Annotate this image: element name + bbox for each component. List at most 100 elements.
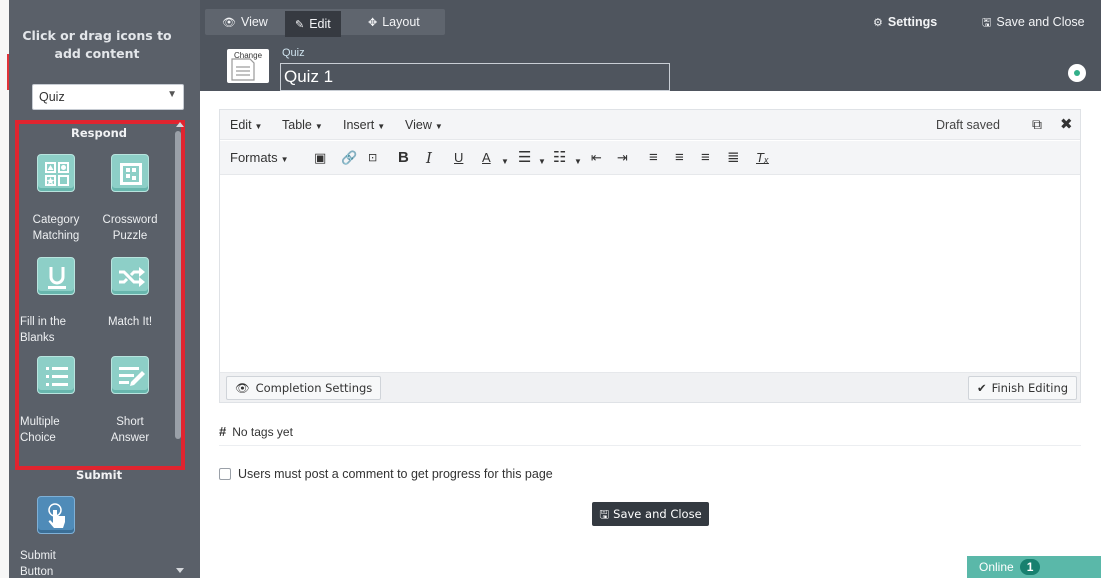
caret-down-icon: ▼ <box>280 155 289 164</box>
align-justify-icon[interactable]: ≣ <box>727 150 740 166</box>
pencil-icon: ✎ <box>295 19 305 31</box>
chevron-down-icon: ▼ <box>167 89 177 100</box>
clear-formatting-icon[interactable]: Tₓ <box>756 150 769 166</box>
underline-format-icon[interactable]: U <box>454 150 463 166</box>
gears-icon: ⚙ <box>873 17 883 29</box>
tile-label-submit-button: Submit Button <box>20 550 56 578</box>
tile-label-fill-blanks: Fill in the Blanks <box>20 316 67 344</box>
editor-statusbar: 👁 Completion Settings ✔ Finish Editing <box>220 372 1080 402</box>
eye-icon: 👁 <box>235 381 250 395</box>
sidebar-heading: Click or drag icons to add content <box>22 28 172 61</box>
outdent-icon[interactable]: ⇤ <box>591 150 602 166</box>
edit-label: Edit <box>309 17 331 31</box>
tile-label-short-answer: Short Answer <box>110 416 150 444</box>
hand-pointer-icon[interactable] <box>37 496 75 534</box>
menu-table[interactable]: Table ▼ <box>282 118 323 132</box>
menu-edit-label: Edit <box>230 118 252 132</box>
image-icon[interactable]: ▣ <box>314 150 326 166</box>
tags-text: No tags yet <box>232 425 293 439</box>
editor-toolbar: Formats ▼ ▣ 🔗 ⊡ B I U A ▼ ☰ ▼ ☷ ▼ ⇤ ⇥ ≡ ≡… <box>220 141 1080 175</box>
document-icon <box>231 58 255 81</box>
content-type-value: Quiz <box>39 90 65 104</box>
sidebar-edge <box>0 0 10 578</box>
page-type-label: Quiz <box>282 47 305 59</box>
settings-button[interactable]: ⚙ Settings <box>863 11 947 33</box>
close-icon[interactable]: ✖ <box>1060 115 1073 133</box>
sidebar-scrollbar[interactable] <box>175 131 181 439</box>
view-label: View <box>240 15 268 29</box>
comment-requirement-checkbox[interactable]: Users must post a comment to get progres… <box>219 467 553 481</box>
scroll-down-icon[interactable] <box>176 568 184 573</box>
sidebar: Click or drag icons to add content Quiz … <box>0 0 200 578</box>
completion-settings-label: Completion Settings <box>255 381 373 395</box>
top-bar: 👁 View ✎ Edit ✥ Layout ⚙ Settings 🖫 Save and … <box>200 0 1101 91</box>
link-icon[interactable]: 🔗 <box>341 150 357 166</box>
content-type-select[interactable]: Quiz ▼ <box>32 84 184 110</box>
save-close-bottom-button[interactable]: 🖫 Save and Close <box>592 502 709 526</box>
group-title-respond: Respond <box>70 126 128 140</box>
numbered-list-caret-icon[interactable]: ▼ <box>574 154 582 170</box>
menu-edit[interactable]: Edit ▼ <box>230 118 262 132</box>
layout-label: Layout <box>382 15 420 29</box>
edit-mode-button[interactable]: ✎ Edit <box>285 11 341 37</box>
indent-icon[interactable]: ⇥ <box>617 150 628 166</box>
page-title-input[interactable]: Quiz 1 <box>280 63 670 91</box>
text-color-caret-icon[interactable]: ▼ <box>501 154 509 170</box>
underline-icon[interactable] <box>37 257 75 295</box>
finish-editing-label: Finish Editing <box>991 381 1069 395</box>
bullet-list-icon[interactable]: ☰ <box>518 150 531 166</box>
menu-view-label: View <box>405 118 432 132</box>
shuffle-icon[interactable] <box>111 257 149 295</box>
italic-icon[interactable]: I <box>426 150 432 166</box>
tile-label-category-matching: Category Matching <box>32 214 80 242</box>
crossword-icon[interactable] <box>111 154 149 192</box>
pencil-lines-icon[interactable] <box>111 356 149 394</box>
online-label: Online <box>979 560 1014 574</box>
menu-insert-label: Insert <box>343 118 375 132</box>
completion-settings-button[interactable]: 👁 Completion Settings <box>226 376 382 400</box>
finish-editing-button[interactable]: ✔ Finish Editing <box>968 376 1078 400</box>
tile-label-crossword: Crossword Puzzle <box>102 214 158 242</box>
tile-label-match-it: Match It! <box>107 316 153 328</box>
eye-icon: 👁 <box>222 17 236 29</box>
save-close-top-button[interactable]: 🖫 Save and Close <box>972 11 1095 33</box>
caret-down-icon: ▼ <box>314 122 323 131</box>
menu-insert[interactable]: Insert ▼ <box>343 118 385 132</box>
menu-table-label: Table <box>282 118 312 132</box>
layout-mode-button[interactable]: ✥ Layout <box>358 11 430 33</box>
list-icon[interactable] <box>37 356 75 394</box>
editor-content-area[interactable] <box>220 176 1080 372</box>
hash-icon: # <box>219 424 227 439</box>
text-color-icon[interactable]: A <box>482 150 491 166</box>
save-close-top-label: Save and Close <box>996 15 1085 29</box>
bold-icon[interactable]: B <box>398 150 409 166</box>
numbered-list-icon[interactable]: ☷ <box>553 150 566 166</box>
align-left-icon[interactable]: ≡ <box>649 150 658 166</box>
menu-view[interactable]: View ▼ <box>405 118 443 132</box>
align-right-icon[interactable]: ≡ <box>701 150 710 166</box>
popout-icon[interactable]: ⧉ <box>1032 116 1042 133</box>
align-center-icon[interactable]: ≡ <box>675 150 684 166</box>
change-page-type-button[interactable]: Change <box>227 49 269 83</box>
comment-requirement-label: Users must post a comment to get progres… <box>238 467 553 481</box>
move-icon: ✥ <box>368 17 378 29</box>
media-icon[interactable]: ⊡ <box>368 150 377 166</box>
caret-down-icon: ▼ <box>434 122 443 131</box>
rich-text-editor: Edit ▼ Table ▼ Insert ▼ View ▼ Draft saved ⧉… <box>219 109 1081 403</box>
bullet-list-caret-icon[interactable]: ▼ <box>538 154 546 170</box>
editor-menubar: Edit ▼ Table ▼ Insert ▼ View ▼ Draft saved ⧉… <box>220 110 1080 140</box>
save-close-bottom-label: Save and Close <box>613 507 702 521</box>
view-mode-button[interactable]: 👁 View <box>212 11 278 33</box>
floppy-icon: 🖫 <box>599 507 610 521</box>
scroll-up-icon[interactable] <box>176 122 184 127</box>
tags-row[interactable]: # No tags yet <box>219 424 293 439</box>
checkbox[interactable] <box>219 468 231 480</box>
group-title-submit: Submit <box>75 468 123 482</box>
caret-down-icon: ▼ <box>377 122 386 131</box>
online-badge[interactable]: Online 1 <box>967 556 1101 578</box>
formats-dropdown[interactable]: Formats ▼ <box>230 150 289 168</box>
tile-label-multiple-choice: Multiple Choice <box>20 416 60 444</box>
caret-down-icon: ▼ <box>254 122 263 131</box>
status-indicator-icon[interactable] <box>1068 64 1086 82</box>
category-matching-icon[interactable] <box>37 154 75 192</box>
